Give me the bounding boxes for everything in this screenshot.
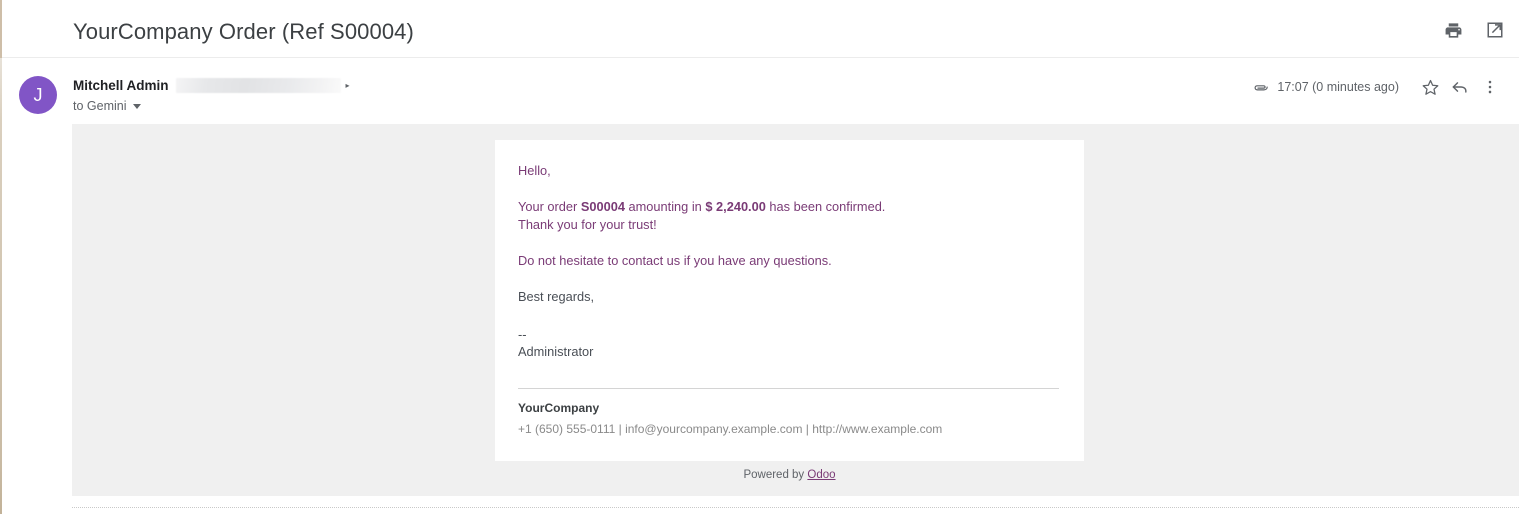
regards-text: Best regards, <box>518 289 595 304</box>
paperclip-icon <box>1253 79 1270 96</box>
message-actions: 17:07 (0 minutes ago) <box>1253 76 1505 98</box>
email-body-container: Hello, Your order S00004 amounting in $ … <box>72 124 1519 496</box>
order-line-prefix: Your order <box>518 199 581 214</box>
recipient-label: to Gemini <box>73 99 127 113</box>
sender-name: Mitchell Admin <box>73 78 169 93</box>
signature-dash: -- <box>518 327 527 342</box>
avatar: J <box>19 76 57 114</box>
contact-text: Do not hesitate to contact us if you hav… <box>518 253 832 268</box>
order-line-suffix: has been confirmed. <box>765 199 886 214</box>
open-in-new-icon[interactable] <box>1485 20 1505 40</box>
order-reference: S00004 <box>580 199 625 214</box>
sender-name-line: Mitchell Admin ▸ <box>73 77 350 94</box>
order-line-middle: amounting in <box>624 199 706 214</box>
signature-company: YourCompany <box>518 401 600 415</box>
chevron-down-icon <box>132 103 141 109</box>
signer-name: Administrator <box>518 344 594 359</box>
print-icon[interactable] <box>1443 20 1463 40</box>
sender-row: J Mitchell Admin ▸ to Gemini 17:07 (0 mi… <box>2 58 1519 120</box>
sender-email-redacted <box>175 78 341 93</box>
thanks-text: Thank you for your trust! <box>518 217 657 232</box>
reply-icon[interactable] <box>1445 76 1475 98</box>
header-actions <box>1443 20 1505 40</box>
sender-info: Mitchell Admin ▸ to Gemini <box>73 77 350 114</box>
odoo-link[interactable]: Odoo <box>807 469 835 481</box>
timestamp: 17:07 (0 minutes ago) <box>1277 80 1399 94</box>
powered-by-footer: Powered by Odoo <box>495 469 1084 481</box>
more-vertical-icon[interactable] <box>1475 76 1505 98</box>
recipient-dropdown[interactable]: to Gemini <box>73 98 350 114</box>
star-icon[interactable] <box>1415 76 1445 98</box>
order-confirmation-text: Your order S00004 amounting in $ 2,240.0… <box>518 198 1059 216</box>
order-amount: $ 2,240.00 <box>705 199 766 214</box>
powered-by-label: Powered by <box>743 469 808 481</box>
expand-details-icon[interactable]: ▸ <box>346 78 350 93</box>
bottom-separator <box>72 507 1519 508</box>
signature-contact: +1 (650) 555-0111 | info@yourcompany.exa… <box>518 422 943 436</box>
greeting-text: Hello, <box>518 163 551 178</box>
page-title: YourCompany Order (Ref S00004) <box>73 19 414 44</box>
mail-header: YourCompany Order (Ref S00004) <box>2 0 1519 58</box>
signature-divider <box>518 388 1059 389</box>
email-content-card: Hello, Your order S00004 amounting in $ … <box>495 140 1084 461</box>
